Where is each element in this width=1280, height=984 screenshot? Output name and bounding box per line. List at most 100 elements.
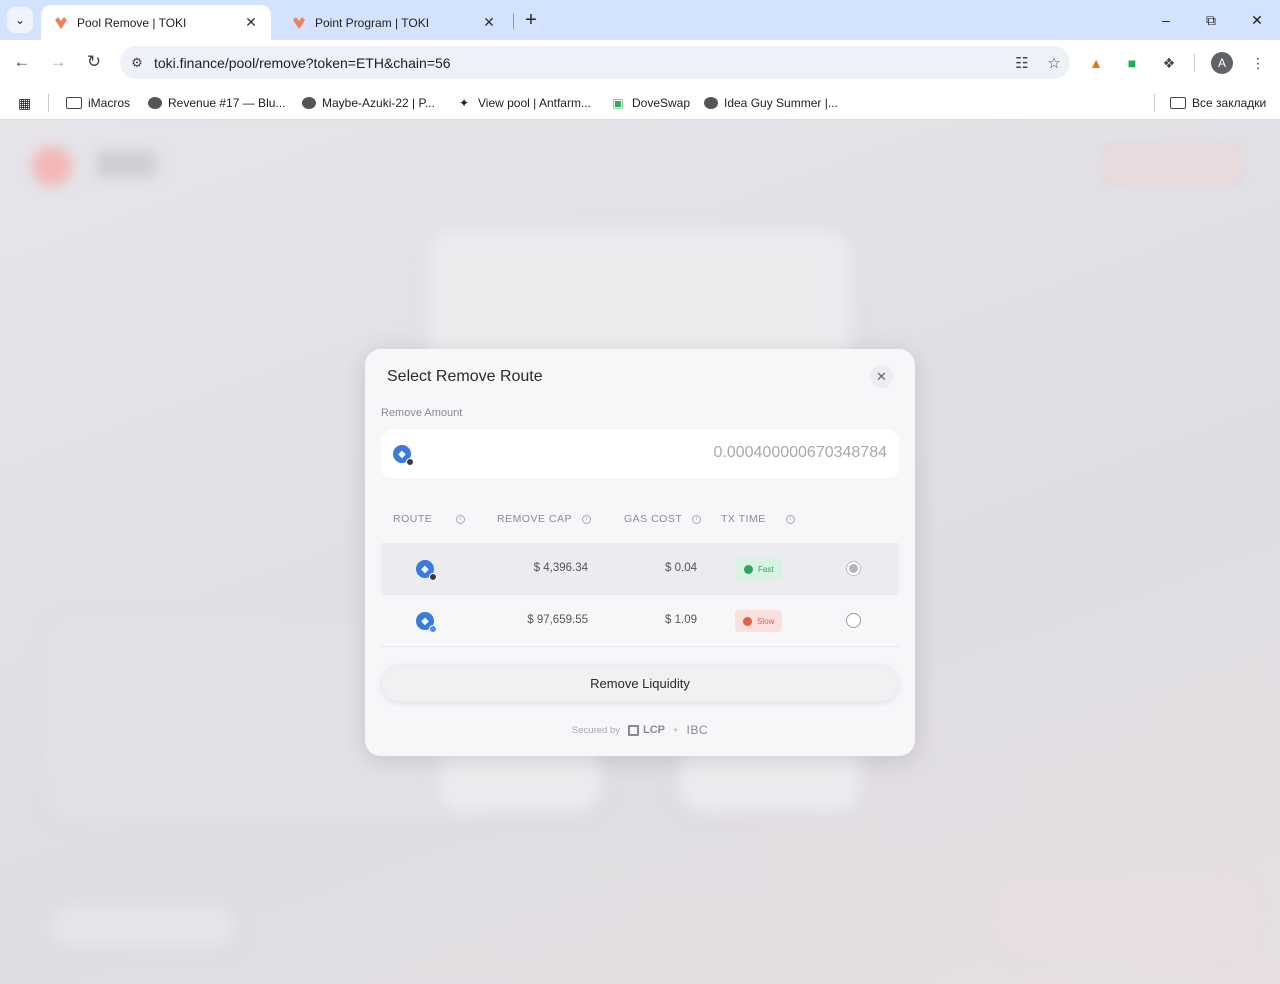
address-bar[interactable]: ⚙ toki.finance/pool/remove?token=ETH&cha… [120,46,1070,79]
route-row[interactable]: ◆ $ 4,396.34 $ 0.04 Fast [381,543,899,595]
slow-icon [743,616,752,626]
secured-by-footer: Secured by LCP + IBC [365,723,915,737]
folder-icon [66,97,82,109]
lcp-icon [627,724,639,736]
ibc-logo: IBC [686,723,709,737]
bookmark-label: iMacros [88,96,131,110]
route-row[interactable]: ◆ $ 97,659.55 $ 1.09 Slow [381,595,899,647]
site-settings-icon[interactable]: ⚙ [120,55,154,71]
site-icon [148,97,162,109]
bookmark-idea-guy[interactable]: Idea Guy Summer |... [704,93,838,113]
reload-button[interactable]: ↻ [80,48,108,76]
bookmark-star-icon[interactable]: ☆ [1038,54,1070,72]
all-bookmarks[interactable]: Все закладки [1170,93,1266,113]
bookmark-label: View pool | Antfarm... [478,96,591,110]
arrow-left-icon: ← [13,52,31,71]
eth-token-icon: ◆ [416,612,437,633]
tab-pool-remove[interactable]: Pool Remove | TOKI ✕ [41,5,271,40]
tx-time-badge: Slow [735,610,783,632]
bookmark-doveswap[interactable]: ▣ DoveSwap [610,93,690,113]
toki-favicon-icon [291,15,307,31]
tab-close-icon[interactable]: ✕ [243,14,259,31]
wallet-extension-icon[interactable]: ■ [1120,51,1144,75]
metamask-extension-icon[interactable]: ▲ [1084,51,1108,75]
tab-separator [513,13,514,29]
close-window-button[interactable]: ✕ [1234,6,1280,34]
modal-close-button[interactable]: ✕ [870,365,893,388]
info-icon[interactable]: i [692,514,702,524]
tx-time-badge: Fast [736,558,782,580]
remove-cap-value: $ 4,396.34 [533,562,588,574]
column-label: ROUTE [393,513,433,525]
connect-wallet-button [1102,145,1242,185]
remove-amount-value: 0.000400000670348784 [713,444,887,461]
column-label: REMOVE CAP [497,513,573,525]
tab-close-icon[interactable]: ✕ [481,14,497,31]
route-radio[interactable] [846,561,861,576]
bookmark-label: DoveSwap [632,96,691,110]
chevron-down-icon: ⌄ [14,13,26,27]
toki-logo [32,146,72,186]
remove-amount-field[interactable]: ◆ 0.000400000670348784 [381,430,899,478]
backdrop-card [50,906,235,946]
route-radio[interactable] [846,613,861,628]
info-icon[interactable]: i [785,514,795,524]
bookmarks-separator [48,94,49,112]
reload-icon: ↻ [86,52,102,71]
eth-token-icon: ◆ [416,560,437,581]
bookmark-label: Revenue #17 — Blu... [168,96,286,110]
bookmarks-bar: ▦ iMacros Revenue #17 — Blu... Maybe-Azu… [0,85,1280,120]
remove-liquidity-button[interactable]: Remove Liquidity [381,664,899,702]
site-icon [302,97,316,109]
bookmark-antfarm[interactable]: ✦ View pool | Antfarm... [456,93,591,113]
new-tab-button[interactable]: + [519,8,543,32]
minimize-button[interactable]: – [1143,6,1189,34]
restore-icon: ⧉ [1206,11,1216,28]
bookmark-label: Idea Guy Summer |... [724,96,838,110]
eth-token-icon: ◆ [393,445,414,466]
gas-cost-value: $ 0.04 [665,562,697,574]
toki-favicon-icon [53,15,69,31]
remove-amount-label: Remove Amount [381,407,463,419]
column-label: GAS COST [624,513,683,525]
close-icon: ✕ [876,368,887,384]
toolbar-separator [1194,54,1195,72]
lcp-label: LCP [642,724,665,736]
info-icon[interactable]: i [456,514,466,524]
back-button[interactable]: ← [8,48,36,76]
arrow-right-icon: → [49,52,67,71]
forward-button[interactable]: → [44,48,72,76]
column-label: TX TIME [721,513,766,525]
site-icon: ▣ [612,96,624,110]
restore-button[interactable]: ⧉ [1188,6,1234,34]
bookmark-label: Все закладки [1192,96,1267,110]
folder-icon [1170,97,1186,109]
minimize-icon: – [1162,12,1170,28]
info-icon[interactable]: i [582,514,592,524]
bookmarks-separator [1154,94,1155,112]
plus-sign: + [672,724,679,736]
menu-kebab-icon[interactable]: ⋮ [1246,51,1270,75]
extensions-puzzle-icon[interactable]: ❖ [1157,51,1181,75]
column-gas-cost: GAS COST i [624,513,702,525]
browser-toolbar: ← → ↻ ⚙ toki.finance/pool/remove?token=E… [0,40,1280,85]
bookmark-imacros[interactable]: iMacros [66,93,130,113]
plus-icon: + [525,8,537,31]
remove-cap-value: $ 97,659.55 [527,614,588,626]
url-text[interactable]: toki.finance/pool/remove?token=ETH&chain… [154,55,1006,71]
bookmark-label: Maybe-Azuki-22 | P... [322,96,435,110]
profile-avatar[interactable]: A [1211,52,1233,74]
tx-time-label: Slow [757,616,775,626]
close-icon: ✕ [1251,11,1263,28]
lcp-logo: LCP [627,724,665,736]
translate-icon[interactable]: ☷ [1006,54,1038,72]
site-icon: ✦ [458,96,470,110]
apps-grid-icon[interactable]: ▦ [18,93,31,113]
tab-point-program[interactable]: Point Program | TOKI ✕ [279,5,509,40]
gas-cost-value: $ 1.09 [665,614,697,626]
bookmark-revenue[interactable]: Revenue #17 — Blu... [148,93,285,113]
bookmark-maybe-azuki[interactable]: Maybe-Azuki-22 | P... [302,93,435,113]
site-icon [704,97,718,109]
tab-search-button[interactable]: ⌄ [7,7,33,33]
remove-route-modal: Select Remove Route ✕ Remove Amount ◆ 0.… [365,349,915,756]
